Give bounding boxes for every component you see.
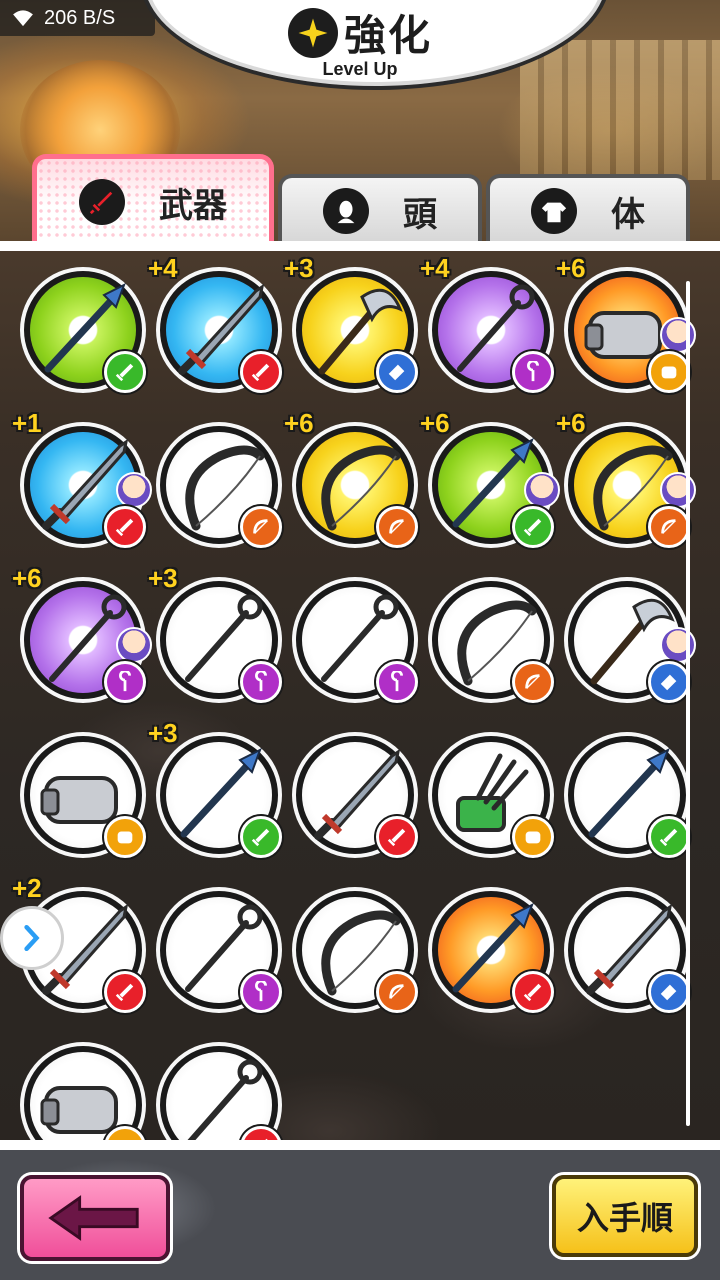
attribute-badge	[376, 661, 418, 703]
weapon-slot[interactable]: +3	[284, 253, 418, 393]
weapon-slot[interactable]	[428, 577, 554, 703]
weapon-list-panel[interactable]: +4 +3 +4 +6 +1 +6 +6 +6 +6 +3 +3 +2	[0, 251, 720, 1140]
attribute-badge	[104, 351, 146, 393]
tab-body[interactable]: 体	[486, 174, 690, 244]
tab-head[interactable]: 頭	[278, 174, 482, 244]
attribute-badge	[104, 971, 146, 1013]
attribute-badge	[648, 506, 690, 548]
equipped-character-avatar	[524, 472, 560, 508]
plus-level-label: +6	[420, 408, 450, 438]
plus-level-label: +3	[284, 253, 314, 283]
weapon-slot[interactable]: +1	[12, 408, 152, 548]
equipped-character-avatar	[660, 472, 696, 508]
attribute-badge	[648, 816, 690, 858]
weapon-slot[interactable]	[564, 887, 690, 1013]
equipped-character-avatar	[660, 627, 696, 663]
equipped-character-avatar	[116, 472, 152, 508]
weapon-slot[interactable]	[156, 887, 282, 1013]
scrollbar[interactable]	[686, 281, 690, 1126]
weapon-slot[interactable]: +6	[420, 408, 560, 548]
attribute-badge	[376, 351, 418, 393]
weapon-slot[interactable]: +6	[556, 253, 696, 393]
panel-border-top	[0, 241, 720, 251]
attribute-badge	[376, 816, 418, 858]
category-tabs: 武器 頭 体	[0, 150, 720, 245]
weapon-slot[interactable]: +6	[556, 408, 696, 548]
plus-level-label: +6	[284, 408, 314, 438]
equipped-character-avatar	[660, 317, 696, 353]
equipped-character-avatar	[116, 627, 152, 663]
weapon-slot[interactable]: +3	[148, 563, 282, 703]
weapon-slot[interactable]: +4	[420, 253, 554, 393]
weapon-slot[interactable]	[20, 1042, 146, 1140]
plus-level-label: +6	[12, 563, 42, 593]
attribute-badge	[240, 971, 282, 1013]
weapon-slot[interactable]: +4	[148, 253, 282, 393]
plus-level-label: +6	[556, 408, 586, 438]
weapon-slot[interactable]	[564, 732, 690, 858]
weapon-slot[interactable]	[292, 732, 418, 858]
attribute-badge	[512, 816, 554, 858]
plus-level-label: +3	[148, 563, 178, 593]
weapon-slot[interactable]	[156, 422, 282, 548]
weapon-slot[interactable]	[428, 732, 554, 858]
tab-weapon[interactable]: 武器	[32, 154, 274, 245]
back-arrow-icon	[48, 1195, 139, 1241]
attribute-badge	[376, 971, 418, 1013]
weapon-slot[interactable]	[428, 887, 554, 1013]
weapon-slot[interactable]	[156, 1042, 282, 1140]
plus-level-label: +1	[12, 408, 42, 438]
attribute-badge	[376, 506, 418, 548]
attribute-badge	[648, 971, 690, 1013]
weapon-slot[interactable]: +3	[148, 718, 282, 858]
attribute-badge	[104, 506, 146, 548]
attribute-badge	[240, 351, 282, 393]
weapon-slot[interactable]	[20, 732, 146, 858]
attribute-badge	[240, 816, 282, 858]
side-menu-toggle[interactable]	[0, 906, 64, 970]
page-subtitle: Level Up	[322, 59, 398, 79]
head-icon	[323, 188, 369, 234]
tab-head-label: 頭	[403, 194, 437, 235]
panel-border-bottom	[0, 1140, 720, 1150]
sort-order-button[interactable]: 入手順	[552, 1175, 698, 1257]
attribute-badge	[512, 506, 554, 548]
sparkle-icon	[287, 7, 338, 58]
attribute-badge	[512, 351, 554, 393]
plus-level-label: +6	[556, 253, 586, 283]
attribute-badge	[512, 661, 554, 703]
plus-level-label: +4	[148, 253, 178, 283]
body-icon	[531, 188, 577, 234]
sort-order-label: 入手順	[576, 1199, 673, 1237]
plus-level-label: +4	[420, 253, 450, 283]
chevron-right-icon	[24, 924, 40, 952]
weapon-slot[interactable]	[292, 577, 418, 703]
weapon-slot[interactable]	[564, 577, 696, 703]
page-header: 強化 Level Up	[0, 0, 720, 90]
weapon-slot[interactable]	[292, 887, 418, 1013]
tab-weapon-label: 武器	[159, 185, 227, 226]
attribute-badge	[104, 816, 146, 858]
tab-body-label: 体	[611, 194, 645, 235]
attribute-badge	[240, 506, 282, 548]
attribute-badge	[648, 661, 690, 703]
attribute-badge	[512, 971, 554, 1013]
weapon-slot[interactable]: +6	[12, 563, 152, 703]
back-button[interactable]	[20, 1175, 170, 1261]
attribute-badge	[104, 661, 146, 703]
sword-icon	[79, 179, 125, 225]
weapon-slot[interactable]	[20, 267, 146, 393]
weapon-slot[interactable]: +6	[284, 408, 418, 548]
page-title: 強化	[343, 11, 432, 60]
plus-level-label: +2	[12, 873, 42, 903]
attribute-badge	[240, 661, 282, 703]
attribute-badge	[648, 351, 690, 393]
plus-level-label: +3	[148, 718, 178, 748]
